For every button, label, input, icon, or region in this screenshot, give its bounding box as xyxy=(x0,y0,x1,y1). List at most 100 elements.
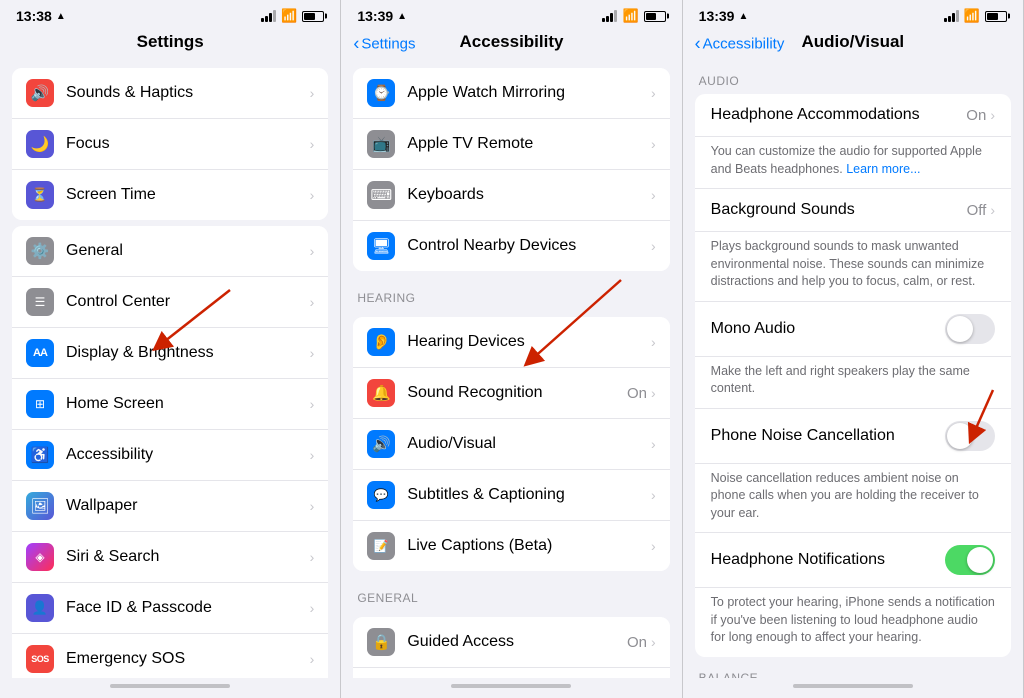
settings-item-faceid[interactable]: 👤 Face ID & Passcode › xyxy=(12,583,328,634)
back-button-2[interactable]: ‹ Settings xyxy=(353,34,415,55)
faceid-label: Face ID & Passcode xyxy=(66,599,310,617)
home-bar-3 xyxy=(683,678,1023,698)
applewatch-label: Apple Watch Mirroring xyxy=(407,84,651,102)
chevron-icon: › xyxy=(651,334,656,350)
chevron-icon: › xyxy=(651,136,656,152)
settings-item-controlnearby[interactable]: 🖥 Control Nearby Devices › xyxy=(353,221,669,271)
hearingdevices-icon: 👂 xyxy=(367,328,395,356)
livecaptions-icon: 📝 xyxy=(367,532,395,560)
displaybright-label: Display & Brightness xyxy=(66,344,310,362)
headphone-acc-row[interactable]: Headphone Accommodations On › xyxy=(695,94,1011,136)
settings-list-1: 🔊 Sounds & Haptics › 🌙 Focus › ⏳ Screen … xyxy=(0,60,340,678)
location-icon-3: ▲ xyxy=(738,11,748,22)
phone-noise-desc: Noise cancellation reduces ambient noise… xyxy=(695,463,1011,533)
settings-item-keyboards[interactable]: ⌨ Keyboards › xyxy=(353,170,669,221)
nav-header-3: ‹ Accessibility Audio/Visual xyxy=(683,28,1023,60)
battery-icon-3 xyxy=(985,11,1007,22)
settings-item-siri[interactable]: ◈ Siri & Search › xyxy=(12,532,328,583)
balance-section-header: BALANCE xyxy=(683,657,1023,679)
location-icon-2: ▲ xyxy=(397,11,407,22)
settings-item-appleremote[interactable]: 📺 Apple TV Remote › xyxy=(353,119,669,170)
keyboards-icon: ⌨ xyxy=(367,181,395,209)
chevron-icon: › xyxy=(310,600,315,616)
mono-audio-toggle[interactable] xyxy=(945,314,995,344)
audiovisual-icon: 🔊 xyxy=(367,430,395,458)
settings-item-soundrecognition[interactable]: 🔔 Sound Recognition On › xyxy=(353,368,669,419)
settings-item-focus[interactable]: 🌙 Focus › xyxy=(12,119,328,170)
chevron-icon: › xyxy=(990,107,995,123)
chevron-icon: › xyxy=(310,549,315,565)
settings-item-controlcenter[interactable]: ☰ Control Center › xyxy=(12,277,328,328)
chevron-icon: › xyxy=(310,85,315,101)
audiovisual-list: AUDIO Headphone Accommodations On › You … xyxy=(683,60,1023,678)
status-bar-2: 13:39 ▲ 📶 xyxy=(341,0,681,28)
bg-sounds-desc: Plays background sounds to mask unwanted… xyxy=(695,231,1011,301)
settings-item-livecaptions[interactable]: 📝 Live Captions (Beta) › xyxy=(353,521,669,571)
chevron-icon: › xyxy=(651,436,656,452)
settings-item-emergencysos[interactable]: SOS Emergency SOS › xyxy=(12,634,328,678)
settings-item-hearingdevices[interactable]: 👂 Hearing Devices › xyxy=(353,317,669,368)
bg-sounds-label: Background Sounds xyxy=(711,201,967,219)
chevron-icon: › xyxy=(651,385,656,401)
location-icon-1: ▲ xyxy=(56,11,66,22)
chevron-icon: › xyxy=(651,238,656,254)
settings-item-accessibility[interactable]: ♿ Accessibility › xyxy=(12,430,328,481)
mono-audio-desc: Make the left and right speakers play th… xyxy=(695,356,1011,408)
displaybright-icon: AA xyxy=(26,339,54,367)
headphone-notif-toggle[interactable] xyxy=(945,545,995,575)
panel-audiovisual: 13:39 ▲ 📶 ‹ Accessibility Audio/Visual A… xyxy=(683,0,1024,698)
headphone-notif-desc: To protect your hearing, iPhone sends a … xyxy=(695,587,1011,657)
bg-sounds-row[interactable]: Background Sounds Off › xyxy=(695,189,1011,231)
general-icon: ⚙️ xyxy=(26,237,54,265)
hearing-header: HEARING xyxy=(341,277,681,311)
time-2: 13:39 xyxy=(357,8,393,24)
mono-audio-group: Mono Audio xyxy=(695,301,1011,356)
applewatch-icon: ⌚ xyxy=(367,79,395,107)
signal-icon-1 xyxy=(261,10,276,22)
settings-item-subtitles[interactable]: 💬 Subtitles & Captioning › xyxy=(353,470,669,521)
appleremote-icon: 📺 xyxy=(367,130,395,158)
bg-sounds-group: Background Sounds Off › xyxy=(695,188,1011,231)
back-label-2: Settings xyxy=(361,36,415,53)
settings-item-applewatch[interactable]: ⌚ Apple Watch Mirroring › xyxy=(353,68,669,119)
settings-item-homescreen[interactable]: ⊞ Home Screen › xyxy=(12,379,328,430)
audio-section-header: AUDIO xyxy=(683,60,1023,94)
settings-item-displaybright[interactable]: AA Display & Brightness › xyxy=(12,328,328,379)
settings-item-guidedaccess[interactable]: 🔒 Guided Access On › xyxy=(353,617,669,668)
sounds-label: Sounds & Haptics xyxy=(66,84,310,102)
wifi-icon-2: 📶 xyxy=(622,8,638,24)
home-bar-2 xyxy=(341,678,681,698)
mono-audio-row[interactable]: Mono Audio xyxy=(695,302,1011,356)
back-arrow-icon-2: ‹ xyxy=(353,34,359,55)
phone-noise-row[interactable]: Phone Noise Cancellation xyxy=(695,409,1011,463)
signal-icon-3 xyxy=(944,10,959,22)
nav-header-2: ‹ Settings Accessibility xyxy=(341,28,681,60)
settings-item-sounds[interactable]: 🔊 Sounds & Haptics › xyxy=(12,68,328,119)
phone-noise-toggle[interactable] xyxy=(945,421,995,451)
accessibility-label: Accessibility xyxy=(66,446,310,464)
chevron-icon: › xyxy=(310,396,315,412)
soundrecognition-value: On xyxy=(627,385,647,402)
chevron-icon: › xyxy=(651,538,656,554)
settings-item-siri-p2[interactable]: ◈ Siri › xyxy=(353,668,669,678)
settings-item-audiovisual[interactable]: 🔊 Audio/Visual › xyxy=(353,419,669,470)
home-bar-1 xyxy=(0,678,340,698)
headphone-notif-row[interactable]: Headphone Notifications xyxy=(695,533,1011,587)
settings-item-general[interactable]: ⚙️ General › xyxy=(12,226,328,277)
settings-item-wallpaper[interactable]: 🖼 Wallpaper › xyxy=(12,481,328,532)
learn-more-link[interactable]: Learn more... xyxy=(846,162,920,176)
screentime-label: Screen Time xyxy=(66,186,310,204)
back-button-3[interactable]: ‹ Accessibility xyxy=(695,34,785,55)
soundrecognition-icon: 🔔 xyxy=(367,379,395,407)
phone-noise-group: Phone Noise Cancellation xyxy=(695,408,1011,463)
chevron-icon: › xyxy=(310,187,315,203)
hearing-group: 👂 Hearing Devices › 🔔 Sound Recognition … xyxy=(353,317,669,571)
accessibility-group-1: ⌚ Apple Watch Mirroring › 📺 Apple TV Rem… xyxy=(353,68,669,271)
settings-item-screentime[interactable]: ⏳ Screen Time › xyxy=(12,170,328,220)
screentime-icon: ⏳ xyxy=(26,181,54,209)
chevron-icon: › xyxy=(651,187,656,203)
panel-accessibility: 13:39 ▲ 📶 ‹ Settings Accessibility xyxy=(341,0,682,698)
page-title-2: Accessibility xyxy=(460,32,564,51)
emergencysos-icon: SOS xyxy=(26,645,54,673)
time-1: 13:38 xyxy=(16,8,52,24)
